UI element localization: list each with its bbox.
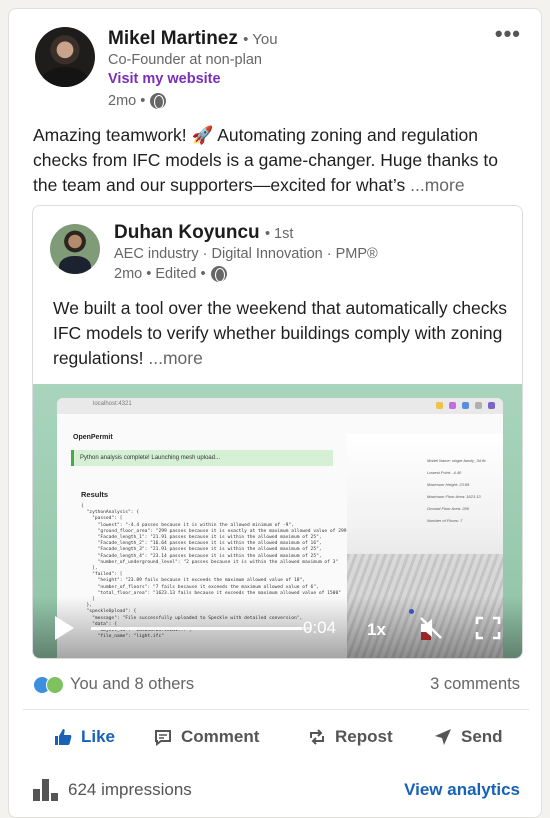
thumbs-up-icon: [55, 729, 72, 745]
like-label: Like: [81, 727, 116, 746]
repost-label: Repost: [335, 727, 393, 746]
browser-url: localhost:4321: [93, 401, 132, 407]
comment-button[interactable]: Comment: [153, 727, 259, 747]
reactions-text: You and 8 others: [70, 675, 195, 693]
divider: [23, 709, 529, 710]
see-more-link[interactable]: ...more: [410, 175, 464, 195]
you-tag: • You: [243, 31, 278, 48]
reshared-avatar[interactable]: [50, 224, 100, 274]
reshared-see-more-link[interactable]: ...more: [148, 348, 202, 368]
author-headline: Co-Founder at non-plan: [108, 52, 262, 68]
author-name-line: Mikel Martinez • You: [108, 28, 278, 50]
website-link[interactable]: Visit my website: [108, 71, 221, 87]
mute-icon[interactable]: [419, 616, 445, 640]
results-title: Results: [81, 490, 109, 499]
post-card: Mikel Martinez • You Co-Founder at non-p…: [8, 8, 542, 818]
support-reaction-icon: [46, 675, 64, 694]
reactions-summary[interactable]: You and 8 others: [33, 675, 194, 694]
comment-label: Comment: [181, 727, 260, 746]
impressions-text: 624 impressions: [68, 780, 192, 799]
author-name[interactable]: Mikel Martinez: [108, 28, 238, 49]
reshared-meta: 2mo • Edited •: [114, 266, 227, 282]
video-player[interactable]: localhost:4321 OpenPermit Python analysi…: [33, 384, 522, 658]
browser-bar: localhost:4321: [57, 398, 503, 414]
repost-icon: [310, 729, 324, 745]
action-bar: Like Comment Repost Send: [9, 717, 543, 757]
reshared-time: 2mo • Edited •: [114, 266, 206, 282]
bar-chart-icon: [33, 779, 58, 801]
video-time: 0:04: [303, 618, 337, 637]
status-banner: Python analysis complete! Launching mesh…: [71, 450, 333, 466]
fullscreen-icon[interactable]: [475, 616, 501, 640]
post-text: Amazing teamwork! 🚀 Automating zoning an…: [33, 123, 523, 198]
post-meta: 2mo •: [108, 93, 167, 109]
reshared-text: We built a tool over the weekend that au…: [53, 296, 508, 371]
reshared-body: We built a tool over the weekend that au…: [53, 298, 507, 368]
impressions: 624 impressions: [33, 779, 192, 801]
send-button[interactable]: Send: [433, 727, 503, 747]
comments-count[interactable]: 3 comments: [430, 675, 520, 694]
repost-button[interactable]: Repost: [307, 727, 393, 747]
globe-icon: [210, 266, 227, 282]
view-analytics-link[interactable]: View analytics: [404, 780, 520, 800]
send-label: Send: [461, 727, 503, 746]
send-icon: [435, 729, 451, 745]
reshared-name-line: Duhan Koyuncu • 1st: [114, 222, 293, 244]
connection-degree: • 1st: [264, 226, 294, 242]
app-title: OpenPermit: [73, 434, 113, 441]
reshared-post[interactable]: Duhan Koyuncu • 1st AEC industry · Digit…: [32, 205, 523, 659]
post-time: 2mo •: [108, 93, 146, 109]
reshared-headline: AEC industry · Digital Innovation · PMP®: [114, 246, 378, 262]
globe-icon: [150, 93, 167, 109]
more-options-icon[interactable]: •••: [495, 21, 521, 47]
comment-icon: [155, 730, 171, 746]
video-progress-bar[interactable]: [91, 627, 311, 630]
like-button[interactable]: Like: [53, 727, 115, 747]
author-avatar[interactable]: [35, 27, 95, 87]
playback-speed-button[interactable]: 1x: [367, 620, 386, 640]
play-icon[interactable]: [55, 616, 74, 640]
reshared-author-name[interactable]: Duhan Koyuncu: [114, 222, 260, 243]
